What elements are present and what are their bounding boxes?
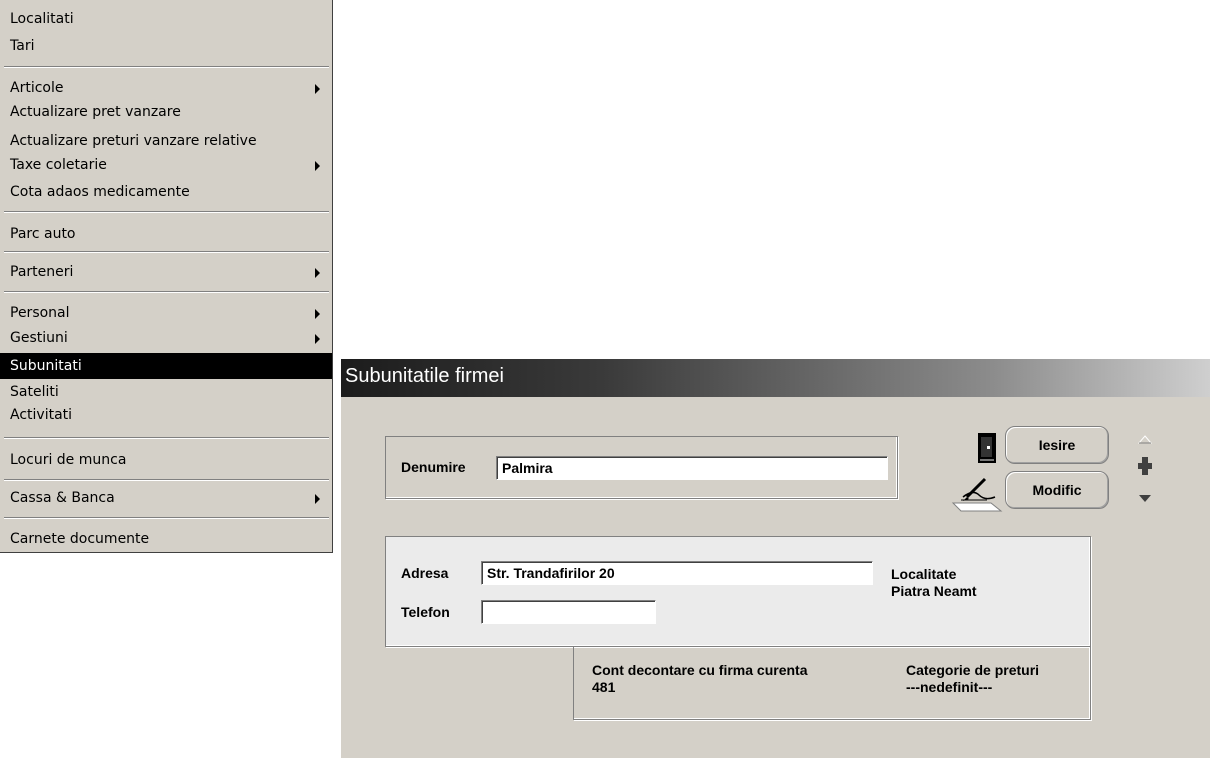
cont-value: 481 [592, 679, 616, 695]
menu-item-actualizare-pret[interactable]: Actualizare pret vanzare [0, 101, 332, 124]
dialog-title: Subunitatile firmei [345, 365, 504, 387]
menu-separator [4, 66, 329, 68]
nav-up-icon[interactable] [1137, 431, 1153, 444]
menu-item-label: Personal [10, 305, 70, 321]
menu-item-parteneri[interactable]: Parteneri [0, 261, 332, 284]
menu-separator [4, 517, 329, 519]
menu-item-label: Taxe coletarie [10, 157, 107, 173]
menu-item-sateliti[interactable]: Sateliti [0, 381, 332, 404]
menu-item-localitati[interactable]: Localitati [0, 8, 332, 31]
menu-item-tari[interactable]: Tari [0, 35, 332, 58]
submenu-arrow-icon [315, 268, 320, 278]
submenu-arrow-icon [315, 161, 320, 171]
menu-item-cota-adaos[interactable]: Cota adaos medicamente [0, 181, 332, 204]
menu-item-locuri-de-munca[interactable]: Locuri de munca [0, 449, 332, 472]
localitate-label: Localitate [891, 566, 957, 582]
menu-separator [4, 291, 329, 293]
denumire-label: Denumire [401, 459, 466, 475]
menu-separator [4, 479, 329, 481]
menu-item-label: Parteneri [10, 264, 74, 280]
telefon-label: Telefon [401, 604, 450, 620]
adresa-group: Adresa Str. Trandafirilor 20 Telefon Loc… [385, 536, 1091, 647]
iesire-button[interactable]: Iesire [1005, 426, 1109, 464]
telefon-field[interactable] [481, 600, 656, 624]
adresa-label: Adresa [401, 565, 449, 581]
menu-item-activitati[interactable]: Activitati [0, 404, 332, 427]
menu-item-label: Articole [10, 80, 64, 96]
categorie-value: ---nedefinit--- [906, 679, 993, 695]
menu-item-personal[interactable]: Personal [0, 302, 332, 325]
denumire-field[interactable]: Palmira [496, 456, 888, 480]
denumire-group: Denumire Palmira [385, 436, 898, 499]
adresa-field[interactable]: Str. Trandafirilor 20 [481, 561, 873, 585]
menu-item-articole[interactable]: Articole [0, 77, 332, 100]
menu-item-carnete-documente[interactable]: Carnete documente [0, 528, 332, 551]
dialog-titlebar[interactable]: Subunitatile firmei [341, 359, 1210, 397]
localitate-value: Piatra Neamt [891, 583, 977, 599]
menu-item-parc-auto[interactable]: Parc auto [0, 223, 332, 246]
menu-separator [4, 437, 329, 439]
cont-label: Cont decontare cu firma curenta [592, 662, 808, 678]
menu-item-cassa-banca[interactable]: Cassa & Banca [0, 487, 332, 510]
door-exit-icon[interactable] [978, 433, 998, 463]
submenu-arrow-icon [315, 494, 320, 504]
nav-add-icon[interactable] [1138, 457, 1152, 475]
submenu-arrow-icon [315, 334, 320, 344]
context-menu: Localitati Tari Articole Actualizare pre… [0, 0, 333, 553]
menu-separator [4, 251, 329, 253]
modific-button[interactable]: Modific [1005, 471, 1109, 509]
submenu-arrow-icon [315, 309, 320, 319]
menu-separator [4, 211, 329, 213]
menu-item-taxe-coletarie[interactable]: Taxe coletarie [0, 154, 332, 177]
subunitati-dialog: Subunitatile firmei Denumire Palmira Ies… [341, 359, 1210, 758]
menu-item-actualizare-preturi-relative[interactable]: Actualizare preturi vanzare relative [0, 130, 332, 153]
cont-group: Cont decontare cu firma curenta 481 Cate… [573, 647, 1091, 720]
menu-item-gestiuni[interactable]: Gestiuni [0, 327, 332, 350]
submenu-arrow-icon [315, 84, 320, 94]
edit-pen-icon[interactable] [951, 469, 1003, 513]
menu-item-subunitati[interactable]: Subunitati [0, 353, 332, 379]
nav-down-icon[interactable] [1137, 490, 1153, 502]
menu-item-label: Cassa & Banca [10, 490, 115, 506]
categorie-label: Categorie de preturi [906, 662, 1040, 678]
menu-item-label: Gestiuni [10, 330, 68, 346]
